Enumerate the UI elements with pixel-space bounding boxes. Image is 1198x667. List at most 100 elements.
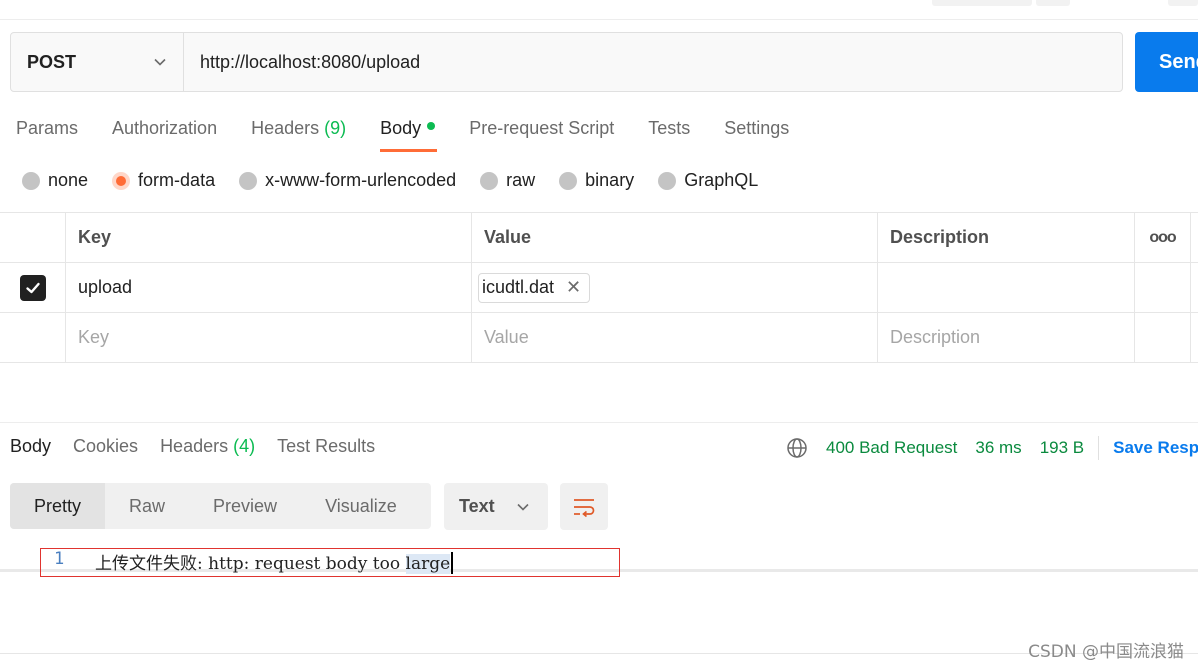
response-tabs: Body Cookies Headers (4) Test Results — [0, 430, 387, 464]
request-tabs: Params Authorization Headers (9) Body Pr… — [0, 108, 807, 152]
tab-headers[interactable]: Headers (9) — [235, 108, 364, 152]
view-label: Preview — [213, 495, 278, 516]
response-tab-test-results[interactable]: Test Results — [267, 430, 387, 464]
response-tab-cookies[interactable]: Cookies — [63, 430, 150, 464]
status-code[interactable]: 400 Bad Request — [826, 438, 957, 458]
file-chip[interactable]: icudtl.dat ✕ — [478, 272, 591, 303]
body-type-label: form-data — [138, 170, 216, 190]
value-input[interactable]: Value — [472, 313, 878, 362]
format-label: Text — [459, 496, 495, 516]
radio-icon[interactable] — [559, 171, 578, 190]
body-type-form-data[interactable]: form-data — [112, 170, 215, 191]
radio-icon[interactable] — [22, 171, 40, 190]
send-button[interactable]: Send — [1135, 32, 1198, 92]
body-type-none[interactable]: none — [22, 170, 88, 191]
tab-label: Headers — [251, 118, 320, 138]
checkbox-checked-icon[interactable] — [19, 274, 46, 301]
view-raw[interactable]: Raw — [105, 483, 189, 529]
tab-label: Headers — [160, 436, 229, 456]
row-actions-cell — [1135, 313, 1191, 362]
view-preview[interactable]: Preview — [189, 483, 301, 529]
view-label: Raw — [129, 495, 166, 516]
response-tab-body[interactable]: Body — [0, 430, 63, 464]
method-select[interactable]: POST — [11, 33, 184, 91]
description-input[interactable]: Description — [878, 313, 1135, 362]
tab-label: Tests — [648, 118, 691, 138]
radio-icon[interactable] — [658, 171, 677, 190]
view-label: Visualize — [325, 495, 397, 516]
top-bar-button-right[interactable] — [1168, 0, 1198, 6]
row-checkbox-cell — [0, 313, 66, 362]
body-type-binary[interactable]: binary — [559, 170, 634, 191]
status-separator — [1098, 436, 1100, 460]
view-label: Pretty — [34, 495, 82, 516]
body-type-urlencoded[interactable]: x-www-form-urlencoded — [239, 170, 456, 191]
radio-icon[interactable] — [480, 171, 499, 190]
send-label: Send — [1159, 50, 1198, 73]
globe-icon[interactable] — [786, 437, 808, 459]
file-name: icudtl.dat — [482, 277, 555, 297]
response-view-selector: Pretty Raw Preview Visualize — [10, 483, 431, 529]
body-type-raw[interactable]: raw — [480, 170, 535, 191]
body-type-label: GraphQL — [684, 170, 759, 190]
chevron-down-icon — [154, 58, 166, 66]
url-input[interactable]: http://localhost:8080/upload — [184, 33, 1122, 91]
header-key: Key — [66, 213, 472, 262]
wrap-lines-icon — [574, 498, 595, 517]
tab-label: Body — [380, 118, 422, 138]
chevron-down-icon — [517, 503, 529, 511]
response-divider[interactable] — [0, 422, 1198, 423]
body-type-graphql[interactable]: GraphQL — [658, 170, 758, 191]
table-row-new: Key Value Description — [0, 313, 1198, 363]
tab-body[interactable]: Body — [364, 108, 453, 152]
watermark: CSDN @中国流浪猫 — [1028, 642, 1184, 662]
method-label: POST — [27, 51, 77, 72]
top-bar — [0, 0, 1198, 20]
header-description: Description — [878, 213, 1135, 262]
response-tab-headers[interactable]: Headers (4) — [150, 430, 267, 464]
value-cell[interactable]: icudtl.dat ✕ — [472, 263, 878, 312]
body-type-label: raw — [506, 170, 536, 190]
tab-label: Params — [16, 118, 79, 138]
tab-authorization[interactable]: Authorization — [96, 108, 235, 152]
table-header-row: Key Value Description ooo — [0, 213, 1198, 263]
table-row: upload icudtl.dat ✕ — [0, 263, 1198, 313]
modified-dot-icon — [427, 122, 436, 131]
response-size[interactable]: 193 B — [1040, 438, 1084, 458]
more-options-icon[interactable]: ooo — [1135, 213, 1191, 262]
tab-label: Authorization — [112, 118, 218, 138]
view-visualize[interactable]: Visualize — [301, 483, 421, 529]
header-check-cell — [0, 213, 66, 262]
tab-count: (9) — [324, 118, 347, 138]
form-data-table: Key Value Description ooo upload icudtl.… — [0, 212, 1198, 363]
top-bar-button[interactable] — [932, 0, 1032, 6]
key-input[interactable]: Key — [66, 313, 472, 362]
save-response-button[interactable]: Save Response — [1113, 438, 1198, 458]
description-cell[interactable] — [878, 263, 1135, 312]
tab-label: Test Results — [277, 436, 376, 456]
radio-selected-icon[interactable] — [112, 171, 131, 190]
response-time[interactable]: 36 ms — [975, 438, 1021, 458]
close-icon[interactable]: ✕ — [566, 277, 581, 298]
tab-settings[interactable]: Settings — [708, 108, 807, 152]
tab-tests[interactable]: Tests — [632, 108, 708, 152]
body-type-label: x-www-form-urlencoded — [265, 170, 457, 190]
body-type-label: binary — [585, 170, 635, 190]
tab-count: (4) — [233, 436, 256, 456]
tab-params[interactable]: Params — [0, 108, 96, 152]
key-text: upload — [78, 277, 133, 297]
view-pretty[interactable]: Pretty — [10, 483, 106, 529]
key-cell[interactable]: upload — [66, 263, 472, 312]
response-status-bar: 400 Bad Request 36 ms 193 B Save Respons… — [786, 436, 1198, 460]
format-select[interactable]: Text — [444, 483, 548, 530]
radio-icon[interactable] — [239, 171, 258, 190]
tab-pre-request-script[interactable]: Pre-request Script — [453, 108, 632, 152]
tab-label: Pre-request Script — [469, 118, 615, 138]
top-bar-dropdown[interactable] — [1036, 0, 1070, 6]
url-text: http://localhost:8080/upload — [200, 51, 421, 72]
annotation-highlight-box — [40, 548, 620, 577]
tab-label: Settings — [724, 118, 790, 138]
header-value: Value — [472, 213, 878, 262]
wrap-lines-button[interactable] — [560, 483, 608, 530]
tab-label: Body — [10, 436, 52, 456]
